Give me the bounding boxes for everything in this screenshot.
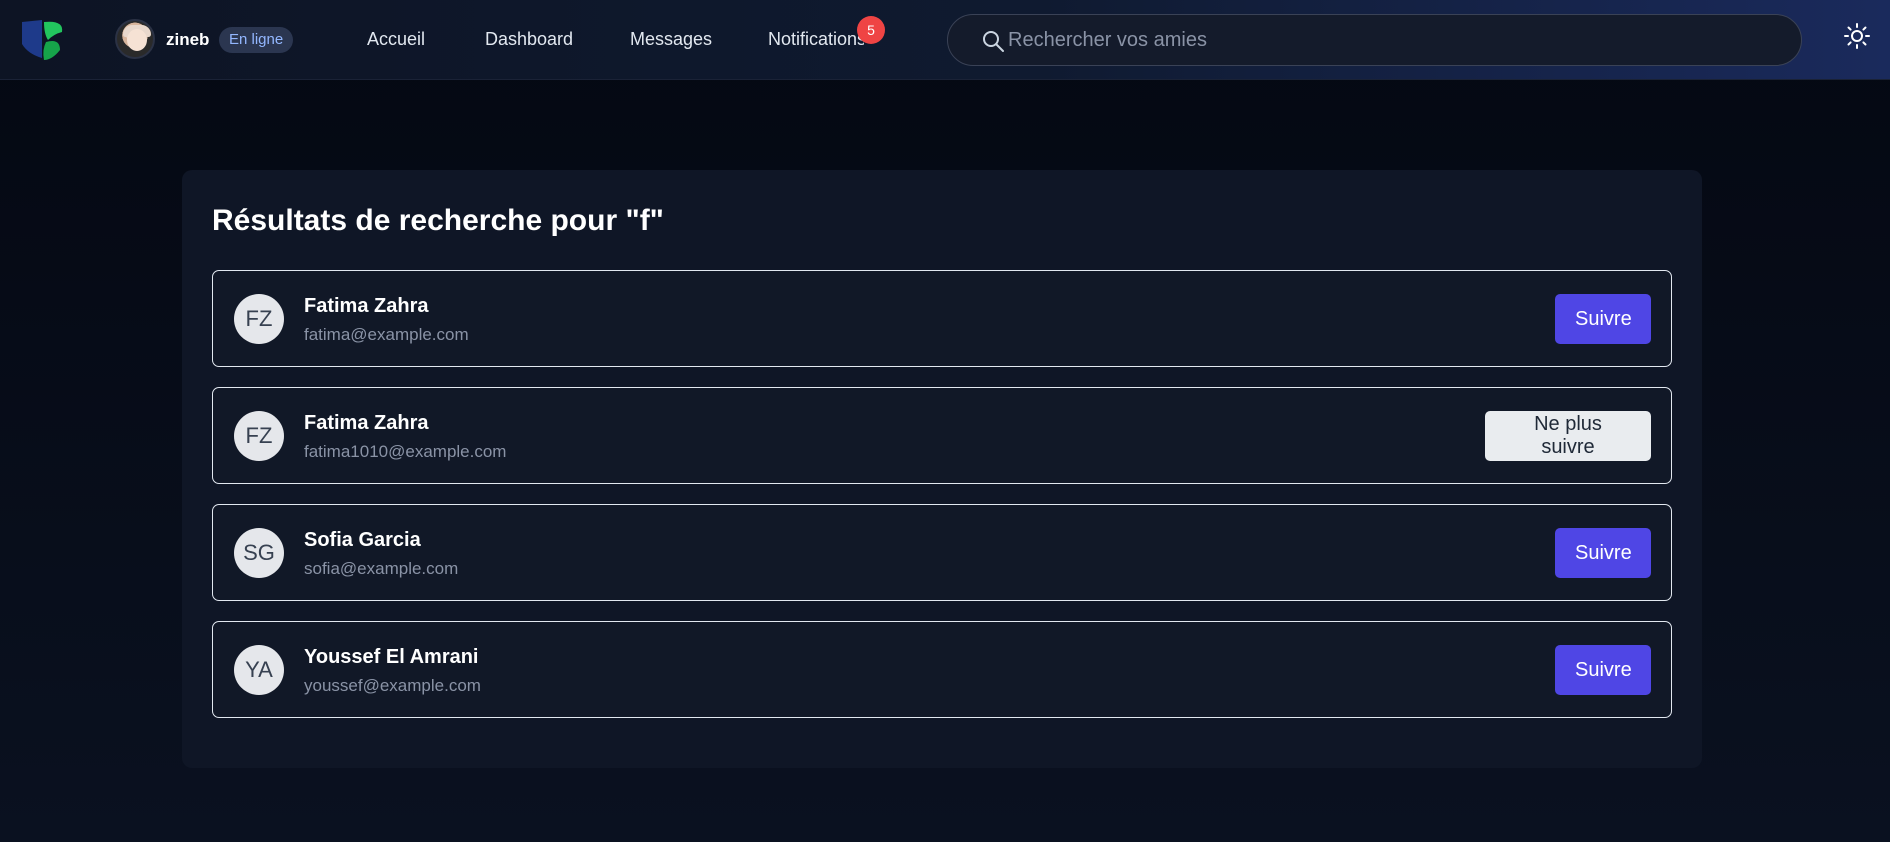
user-email: sofia@example.com <box>304 559 459 578</box>
avatar: YA <box>234 645 284 695</box>
follow-button[interactable]: Suivre <box>1555 294 1651 344</box>
status-badge: En ligne <box>219 27 294 53</box>
user-name[interactable]: Sofia Garcia <box>304 529 421 552</box>
top-navbar: zineb En ligne Accueil Dashboard Message… <box>0 0 1890 80</box>
search-icon <box>983 31 1004 52</box>
avatar: SG <box>234 528 284 578</box>
user-email: fatima1010@example.com <box>304 442 507 461</box>
sun-icon[interactable] <box>1843 22 1871 50</box>
list-item: FZ Fatima Zahra fatima@example.com Suivr… <box>212 270 1672 367</box>
search-input[interactable] <box>1008 15 1788 65</box>
follow-button[interactable]: Suivre <box>1555 528 1651 578</box>
user-name[interactable]: Fatima Zahra <box>304 412 428 435</box>
unfollow-button[interactable]: Ne plus suivre <box>1485 411 1651 461</box>
avatar[interactable] <box>115 19 155 59</box>
user-email: youssef@example.com <box>304 676 481 695</box>
page-title: Résultats de recherche pour "f" <box>212 204 664 237</box>
avatar: FZ <box>234 294 284 344</box>
nav-notifications[interactable]: Notifications <box>768 29 864 50</box>
nav-accueil[interactable]: Accueil <box>367 29 425 50</box>
logo-icon[interactable] <box>20 18 66 62</box>
nav-messages[interactable]: Messages <box>630 29 712 50</box>
search-bar <box>947 14 1802 66</box>
nav-dashboard[interactable]: Dashboard <box>485 29 573 50</box>
username: zineb <box>166 30 210 49</box>
user-email: fatima@example.com <box>304 325 469 344</box>
avatar: FZ <box>234 411 284 461</box>
user-name[interactable]: Youssef El Amrani <box>304 646 479 669</box>
user-name[interactable]: Fatima Zahra <box>304 295 428 318</box>
list-item: SG Sofia Garcia sofia@example.com Suivre <box>212 504 1672 601</box>
search-results-card: Résultats de recherche pour "f" FZ Fatim… <box>182 170 1702 768</box>
list-item: FZ Fatima Zahra fatima1010@example.com N… <box>212 387 1672 484</box>
list-item: YA Youssef El Amrani youssef@example.com… <box>212 621 1672 718</box>
follow-button[interactable]: Suivre <box>1555 645 1651 695</box>
notification-count-badge: 5 <box>857 16 885 44</box>
